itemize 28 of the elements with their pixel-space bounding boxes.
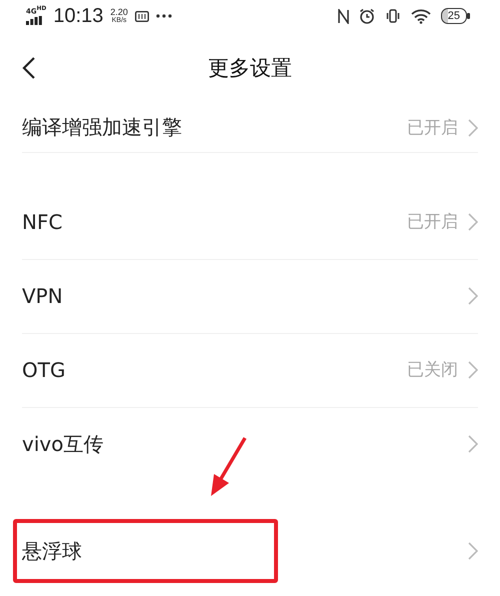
page-title: 更多设置	[208, 55, 292, 82]
setting-label[interactable]: 编译增强加速引擎	[22, 114, 407, 141]
vibrate-icon	[384, 9, 401, 23]
annotation-arrow	[211, 437, 246, 496]
alarm-icon	[358, 8, 375, 24]
setting-label[interactable]: 悬浮球	[22, 538, 468, 564]
chevron-right-icon	[468, 360, 478, 378]
chevron-right-icon	[468, 435, 478, 453]
more-icon	[156, 14, 172, 18]
chevron-right-icon	[468, 542, 478, 560]
setting-status: 已开启	[407, 211, 458, 233]
setting-label[interactable]: VPN	[22, 284, 468, 308]
setting-label[interactable]: vivo互传	[22, 430, 468, 458]
chevron-right-icon	[468, 286, 478, 304]
setting-label[interactable]: NFC	[22, 210, 407, 234]
app-notification-icon	[134, 10, 149, 22]
signal-icon	[26, 16, 42, 25]
battery-level: 25	[440, 8, 467, 24]
network-speed: 2.20	[110, 8, 128, 17]
setting-label[interactable]: OTG	[22, 358, 407, 382]
setting-status: 已开启	[407, 117, 458, 139]
clock-time: 10:13	[53, 4, 104, 28]
nfc-icon	[338, 8, 349, 24]
chevron-right-icon	[468, 212, 478, 230]
setting-status: 已关闭	[407, 359, 458, 381]
battery-tip-icon	[467, 13, 470, 19]
chevron-right-icon	[468, 118, 478, 136]
wifi-icon	[410, 8, 431, 24]
